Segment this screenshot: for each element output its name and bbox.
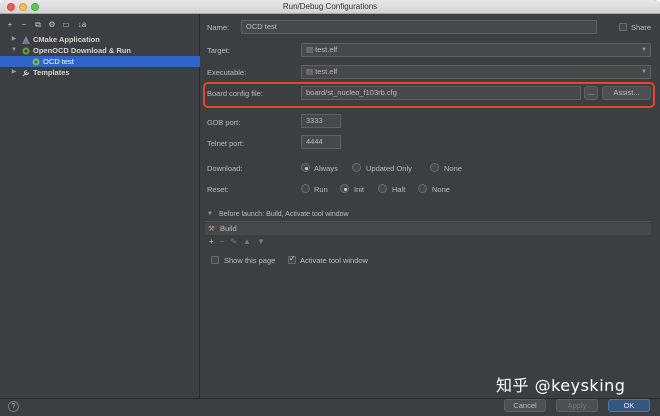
add-icon[interactable]: + (6, 20, 14, 30)
tree-item-ocd-test[interactable]: OCD test (0, 56, 200, 67)
reset-init-label: Init (354, 185, 365, 194)
ok-button[interactable]: OK (608, 399, 650, 412)
before-launch-task-list[interactable]: ⚒ Build (205, 223, 651, 235)
run-debug-dialog: Run/Debug Configurations + − ⧉ ⚙ ▭ ↓a ▶ … (0, 0, 660, 416)
configuration-form: Name: OCD test Share Target: ▤ test.elf … (201, 14, 660, 398)
cmake-icon (22, 35, 30, 44)
move-down-icon[interactable]: ▼ (257, 237, 265, 246)
executable-icon: ▤ (306, 67, 316, 76)
copy-icon[interactable]: ⧉ (34, 20, 42, 30)
help-icon[interactable]: ? (8, 401, 19, 412)
wrench-icon (22, 69, 30, 77)
apply-button[interactable]: Apply (556, 399, 598, 412)
browse-button[interactable]: ... (584, 86, 598, 100)
telnet-port-label: Telnet port: (207, 139, 245, 148)
activate-tool-window-label: Activate tool window (300, 256, 368, 265)
target-icon: ▤ (306, 45, 316, 54)
hammer-icon: ⚒ (208, 224, 215, 233)
download-always-radio[interactable] (301, 163, 310, 172)
reset-halt-radio[interactable] (378, 184, 387, 193)
download-always-label: Always (314, 164, 338, 173)
before-launch-header[interactable]: Before launch: Build, Activate tool wind… (219, 211, 349, 218)
telnet-port-input[interactable]: 4444 (301, 135, 341, 149)
remove-icon[interactable]: − (20, 20, 28, 30)
download-updated-only-radio[interactable] (352, 163, 361, 172)
show-this-page-label: Show this page (224, 256, 276, 265)
add-task-icon[interactable]: + (209, 237, 214, 246)
tree-item-cmake-application[interactable]: ▶ CMake Application (0, 34, 200, 45)
download-label: Download: (207, 164, 243, 173)
board-config-label: Board config file: (207, 89, 263, 98)
reset-run-label: Run (314, 185, 328, 194)
tree-item-templates[interactable]: ▶ Templates (0, 67, 200, 78)
download-updated-only-label: Updated Only (366, 164, 412, 173)
tree-item-openocd-download-run[interactable]: ▼ OpenOCD Download & Run (0, 45, 200, 56)
collapse-icon[interactable]: ▼ (207, 211, 213, 217)
activate-tool-window-checkbox[interactable] (288, 254, 296, 264)
target-select[interactable]: ▤ test.elf ▼ (301, 43, 651, 57)
sort-icon[interactable]: ↓a (76, 20, 88, 30)
cancel-button[interactable]: Cancel (504, 399, 546, 412)
watermark-text: 知乎 @keysking (496, 376, 626, 395)
target-label: Target: (207, 46, 230, 55)
reset-none-radio[interactable] (418, 184, 427, 193)
executable-label: Executable: (207, 68, 247, 77)
assist-button[interactable]: Assist... (602, 86, 651, 100)
chevron-right-icon[interactable]: ▶ (10, 67, 18, 78)
chevron-right-icon[interactable]: ▶ (10, 34, 18, 45)
download-none-radio[interactable] (430, 163, 439, 172)
reset-none-label: None (432, 185, 450, 194)
share-checkbox[interactable] (619, 23, 627, 31)
openocd-icon (32, 58, 40, 66)
executable-select[interactable]: ▤ test.elf ▼ (301, 65, 651, 79)
chevron-down-icon[interactable]: ▼ (10, 45, 18, 56)
name-label: Name: (207, 23, 230, 32)
reset-label: Reset: (207, 185, 229, 194)
build-task-item[interactable]: Build (220, 224, 237, 233)
reset-init-radio[interactable] (340, 184, 349, 193)
gdb-port-input[interactable]: 3333 (301, 114, 341, 128)
sidebar-toolbar: + − ⧉ ⚙ ▭ ↓a (6, 20, 88, 30)
wrench-icon[interactable]: ⚙ (48, 20, 56, 30)
openocd-icon (22, 47, 30, 55)
chevron-down-icon[interactable]: ▼ (641, 66, 647, 78)
reset-run-radio[interactable] (301, 184, 310, 193)
edit-task-icon[interactable]: ✎ (230, 237, 237, 246)
board-config-input[interactable]: board/st_nucleo_f103rb.cfg (301, 86, 581, 100)
dialog-footer: ? Cancel Apply OK (0, 398, 660, 416)
remove-task-icon[interactable]: − (220, 237, 225, 246)
chevron-down-icon[interactable]: ▼ (641, 44, 647, 56)
task-list-toolbar: + − ✎ ▲ ▼ (209, 237, 265, 246)
download-none-label: None (444, 164, 462, 173)
gdb-port-label: GDB port: (207, 118, 241, 127)
name-input[interactable]: OCD test (241, 20, 597, 34)
move-up-icon[interactable]: ▲ (243, 237, 251, 246)
title-bar: Run/Debug Configurations (0, 0, 660, 14)
configurations-sidebar: + − ⧉ ⚙ ▭ ↓a ▶ CMake Application ▼ OpenO… (0, 14, 200, 398)
window-title: Run/Debug Configurations (282, 2, 378, 11)
folder-icon[interactable]: ▭ (62, 20, 70, 30)
show-this-page-checkbox[interactable] (211, 256, 219, 264)
share-label: Share (631, 23, 652, 32)
reset-halt-label: Halt (392, 185, 406, 194)
divider (205, 221, 651, 222)
configurations-tree: ▶ CMake Application ▼ OpenOCD Download &… (0, 34, 200, 78)
